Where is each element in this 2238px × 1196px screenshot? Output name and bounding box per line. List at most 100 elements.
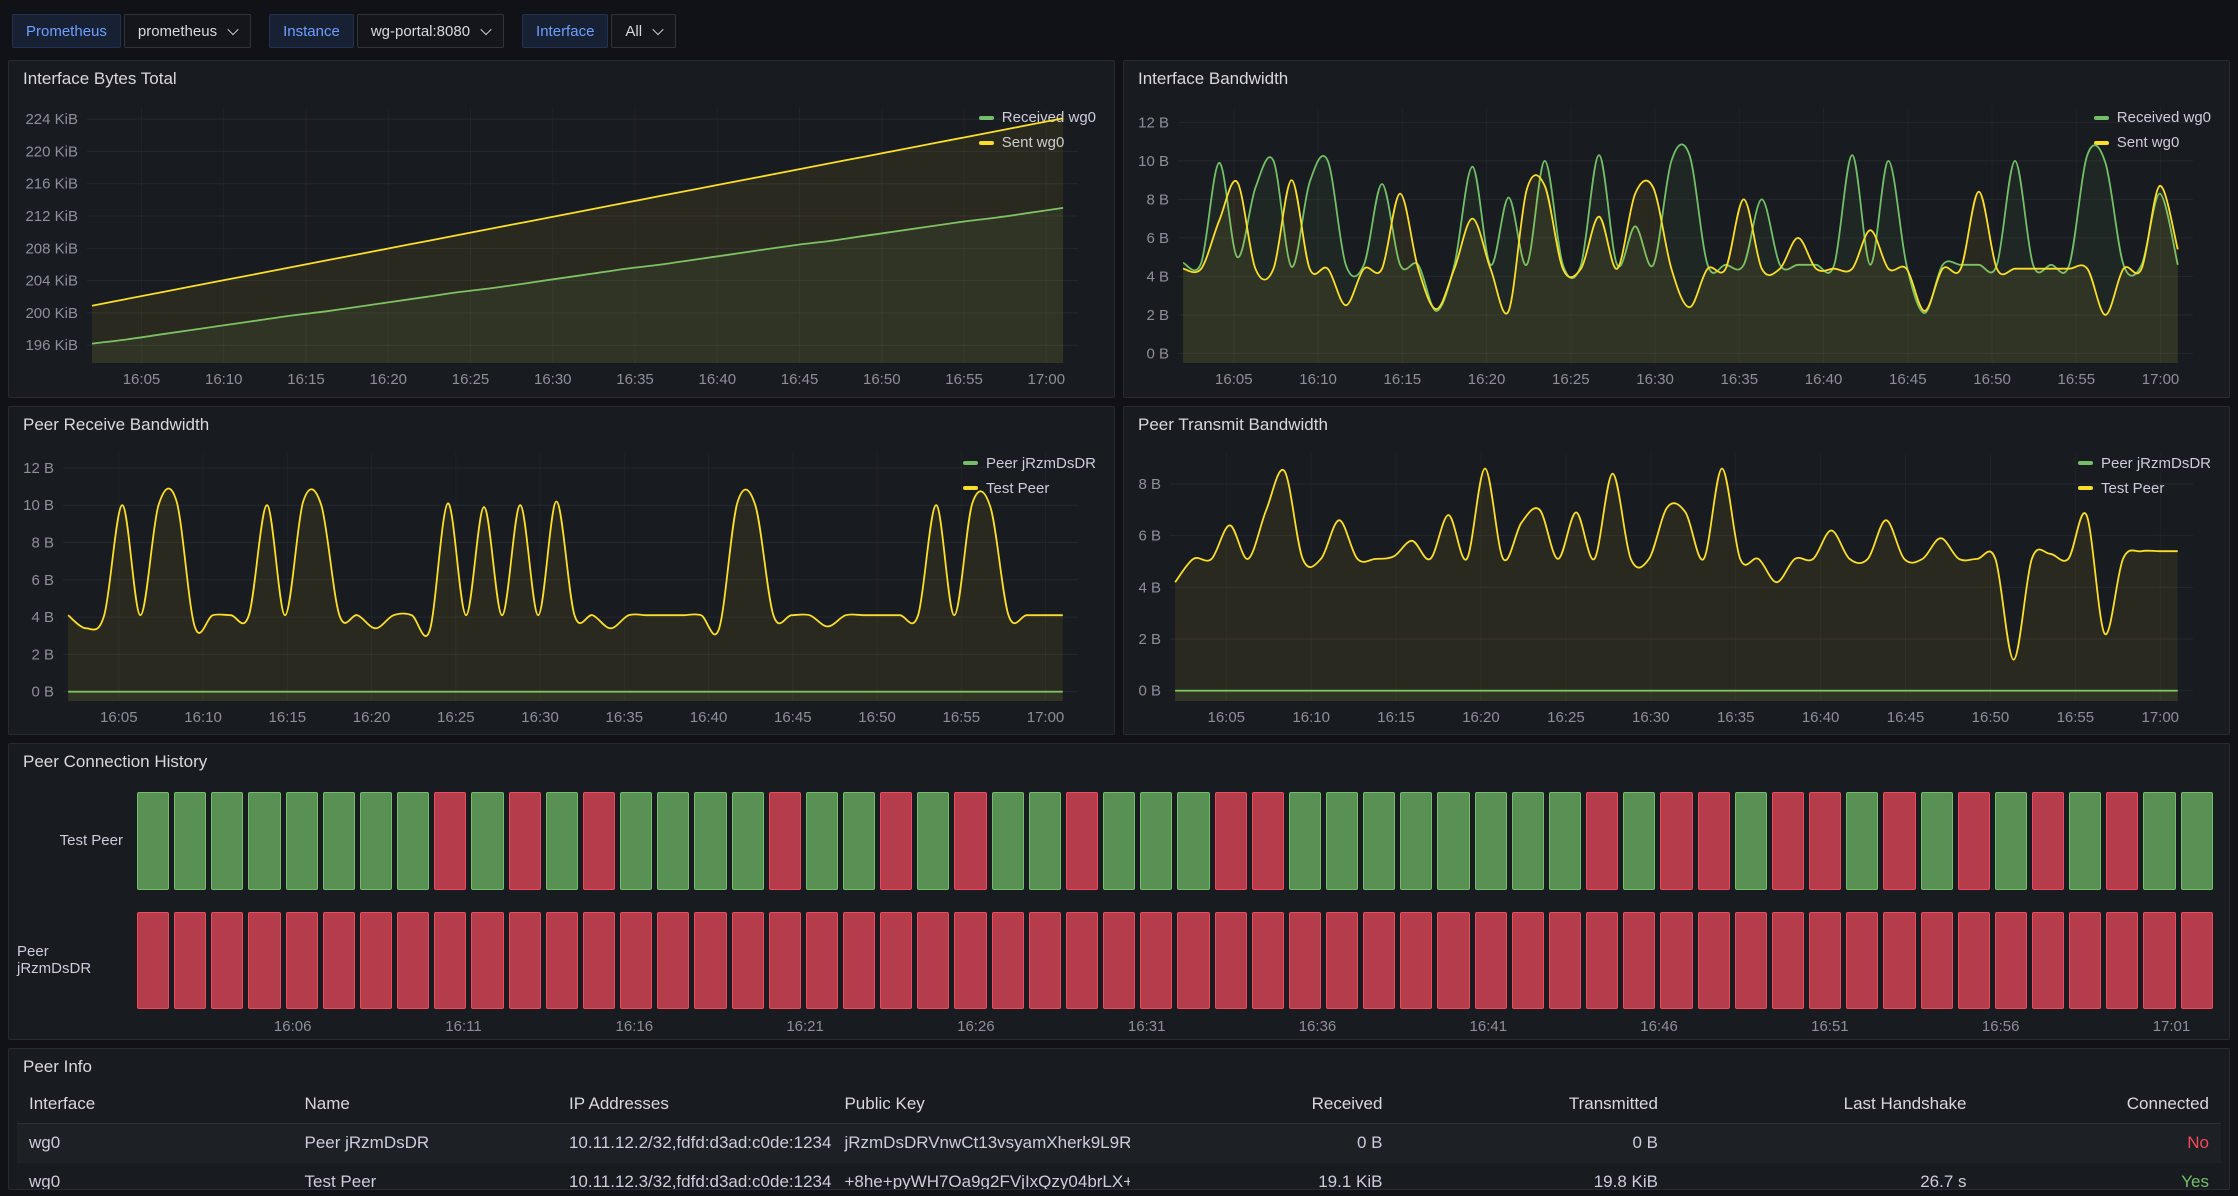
y-axis-tick-label: 2 B	[1138, 631, 1161, 648]
chart-svg[interactable]: 16:0516:1016:1516:2016:2516:3016:3516:40…	[17, 443, 1086, 731]
panel-title[interactable]: Peer Info	[9, 1049, 2229, 1085]
peer-info-table: InterfaceNameIP AddressesPublic KeyRecei…	[17, 1085, 2221, 1189]
x-axis-tick-label: 16:21	[786, 1018, 824, 1035]
status-block-disconnected	[2069, 912, 2101, 1009]
chart-plot-area[interactable]: 16:0516:1016:1516:2016:2516:3016:3516:40…	[1132, 443, 2068, 731]
y-axis-tick-label: 8 B	[1138, 476, 1161, 493]
y-axis-tick-label: 2 B	[1146, 307, 1169, 324]
chart-svg[interactable]: 16:0516:1016:1516:2016:2516:3016:3516:40…	[1132, 443, 2201, 731]
panel-title[interactable]: Interface Bandwidth	[1124, 61, 2229, 97]
status-block-disconnected	[1549, 912, 1581, 1009]
status-block-disconnected	[1326, 912, 1358, 1009]
x-axis-tick-label: 16:20	[1468, 371, 1506, 388]
status-block-disconnected	[1400, 912, 1432, 1009]
panel-title[interactable]: Peer Connection History	[9, 744, 2229, 780]
x-axis-tick-label: 16:05	[1215, 371, 1253, 388]
chart-plot-area[interactable]: 16:0516:1016:1516:2016:2516:3016:3516:40…	[17, 443, 953, 731]
cell-last-handshake	[1670, 1124, 1979, 1163]
panel-title[interactable]: Peer Receive Bandwidth	[9, 407, 1114, 443]
x-axis-tick-label: 16:55	[2057, 709, 2095, 726]
variable-value-instance-dropdown[interactable]: wg-portal:8080	[357, 14, 504, 48]
status-block-disconnected	[174, 912, 206, 1009]
x-axis-tick-label: 16:25	[1547, 709, 1585, 726]
status-block-disconnected	[1215, 912, 1247, 1009]
y-axis-tick-label: 224 KiB	[25, 111, 78, 128]
status-block-connected	[1549, 792, 1581, 889]
x-axis-tick-label: 16:50	[858, 709, 896, 726]
panel-title[interactable]: Interface Bytes Total	[9, 61, 1114, 97]
x-axis-tick-label: 17:00	[1027, 709, 1065, 726]
series-area-sent-wg0	[92, 118, 1063, 363]
column-header-received[interactable]: Received	[1130, 1085, 1394, 1124]
x-axis-tick-label: 17:00	[2141, 709, 2179, 726]
cell-last-handshake: 26.7 s	[1670, 1163, 1979, 1189]
status-block-disconnected	[1660, 792, 1692, 889]
x-axis-tick-label: 16:35	[1717, 709, 1755, 726]
table-row: wg0Test Peer10.11.12.3/32,fdfd:d3ad:c0de…	[17, 1163, 2221, 1189]
cell-received: 19.1 KiB	[1130, 1163, 1394, 1189]
variable-instance: Instance wg-portal:8080	[269, 14, 504, 48]
variable-label-interface: Interface	[522, 14, 608, 48]
column-header-interface[interactable]: Interface	[17, 1085, 293, 1124]
variable-label-instance: Instance	[269, 14, 354, 48]
x-axis-tick-label: 16:55	[2058, 371, 2096, 388]
chart-plot-area[interactable]: 16:0516:1016:1516:2016:2516:3016:3516:40…	[1132, 97, 2084, 393]
status-x-axis: 16:0616:1116:1616:2116:2616:3116:3616:41…	[137, 1009, 2213, 1037]
status-block-disconnected	[1921, 912, 1953, 1009]
x-axis-tick-label: 16:35	[616, 371, 654, 388]
panel-title[interactable]: Peer Transmit Bandwidth	[1124, 407, 2229, 443]
chevron-down-icon	[227, 24, 238, 35]
variable-interface: Interface All	[522, 14, 676, 48]
status-block-disconnected	[1846, 912, 1878, 1009]
dashboard-variables-bar: Prometheus prometheus Instance wg-portal…	[8, 6, 2230, 52]
column-header-public-key[interactable]: Public Key	[832, 1085, 1130, 1124]
variable-label-prometheus: Prometheus	[12, 14, 121, 48]
variable-value-interface-dropdown[interactable]: All	[611, 14, 676, 48]
x-axis-tick-label: 17:00	[2142, 371, 2180, 388]
chart-svg[interactable]: 16:0516:1016:1516:2016:2516:3016:3516:40…	[1132, 97, 2201, 393]
status-block-disconnected	[954, 912, 986, 1009]
status-track[interactable]	[137, 912, 2213, 1009]
x-axis-tick-label: 16:50	[863, 371, 901, 388]
x-axis-tick-label: 16:51	[1811, 1018, 1849, 1035]
status-block-disconnected	[1995, 912, 2027, 1009]
status-block-connected	[1289, 792, 1321, 889]
status-block-disconnected	[1958, 912, 1990, 1009]
y-axis-tick-label: 6 B	[31, 571, 54, 588]
status-block-disconnected	[1735, 912, 1767, 1009]
variable-value-prometheus-dropdown[interactable]: prometheus	[124, 14, 251, 48]
status-block-disconnected	[248, 912, 280, 1009]
y-axis-tick-label: 4 B	[31, 609, 54, 626]
y-axis-tick-label: 220 KiB	[25, 143, 78, 160]
status-block-disconnected	[1066, 792, 1098, 889]
status-block-connected	[843, 792, 875, 889]
y-axis-tick-label: 0 B	[1138, 682, 1161, 699]
x-axis-tick-label: 16:05	[123, 371, 161, 388]
status-block-connected	[471, 792, 503, 889]
status-block-disconnected	[843, 912, 875, 1009]
status-history-body[interactable]: Test PeerPeer jRzmDsDR16:0616:1116:1616:…	[9, 780, 2229, 1039]
column-header-connected[interactable]: Connected	[1979, 1085, 2221, 1124]
status-rows: Test PeerPeer jRzmDsDR	[17, 792, 2213, 1009]
cell-transmitted: 19.8 KiB	[1394, 1163, 1670, 1189]
y-axis-tick-label: 8 B	[31, 534, 54, 551]
chart-plot-area[interactable]: 16:0516:1016:1516:2016:2516:3016:3516:40…	[17, 97, 969, 393]
x-axis-tick-label: 16:15	[1377, 709, 1415, 726]
status-block-connected	[1177, 792, 1209, 889]
chart-svg[interactable]: 16:0516:1016:1516:2016:2516:3016:3516:40…	[17, 97, 1086, 393]
column-header-last-handshake[interactable]: Last Handshake	[1670, 1085, 1979, 1124]
status-block-disconnected	[211, 912, 243, 1009]
status-block-disconnected	[434, 792, 466, 889]
status-block-disconnected	[769, 912, 801, 1009]
column-header-transmitted[interactable]: Transmitted	[1394, 1085, 1670, 1124]
status-block-disconnected	[323, 912, 355, 1009]
column-header-name[interactable]: Name	[293, 1085, 557, 1124]
status-track[interactable]	[137, 792, 2213, 889]
y-axis-tick-label: 0 B	[1146, 345, 1169, 362]
status-block-disconnected	[1772, 792, 1804, 889]
status-block-disconnected	[1958, 792, 1990, 889]
status-block-disconnected	[360, 912, 392, 1009]
column-header-ip-addresses[interactable]: IP Addresses	[557, 1085, 833, 1124]
status-block-connected	[546, 792, 578, 889]
status-block-disconnected	[509, 912, 541, 1009]
